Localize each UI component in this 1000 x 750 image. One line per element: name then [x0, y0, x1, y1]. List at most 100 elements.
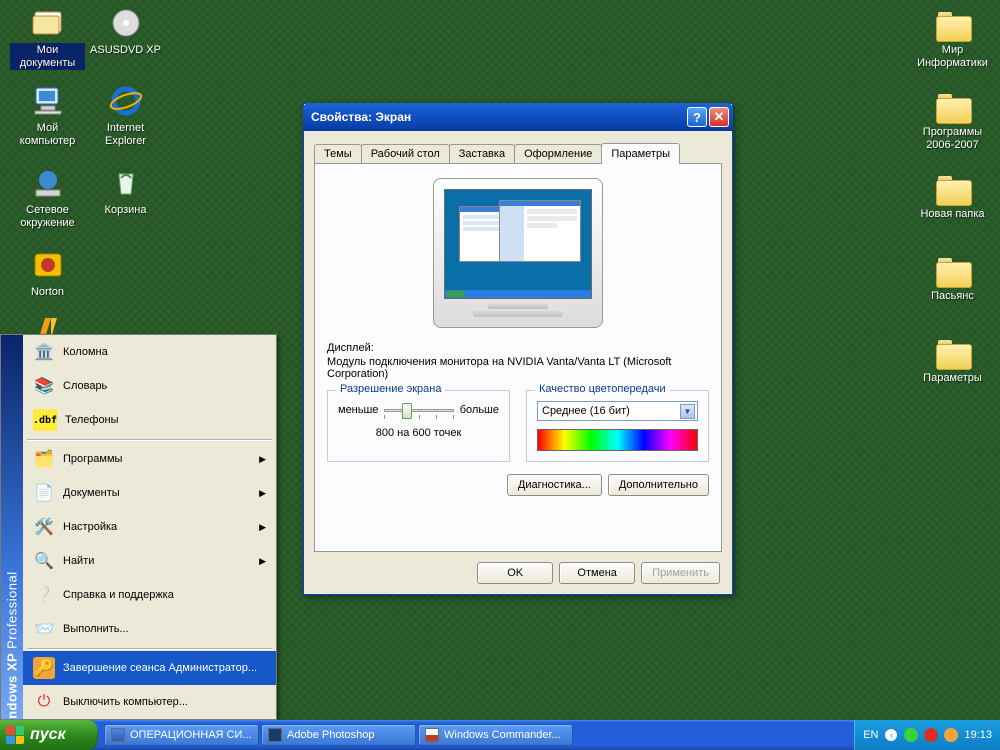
taskbar-item-photoshop[interactable]: Adobe Photoshop [261, 724, 416, 746]
book-icon: 📚 [33, 375, 55, 397]
sm-item-settings[interactable]: 🛠️ Настройка ▶ [23, 510, 276, 544]
column-icon: 🏛️ [33, 341, 55, 363]
folder-icon [936, 12, 970, 40]
norton-icon [31, 248, 65, 282]
ok-button[interactable]: OK [477, 562, 553, 584]
desktop-icon-my-computer[interactable]: Мой компьютер [10, 84, 85, 148]
cancel-button[interactable]: Отмена [559, 562, 635, 584]
language-indicator[interactable]: EN [863, 729, 878, 741]
photoshop-icon [268, 728, 282, 742]
tab-themes[interactable]: Темы [314, 144, 362, 163]
sm-label: Найти [63, 555, 94, 567]
dbf-icon: .dbf [33, 409, 57, 431]
dialog-titlebar[interactable]: Свойства: Экран ? ✕ [303, 103, 733, 131]
start-menu-band: Windows XP Professional [1, 335, 23, 719]
icon-label: Norton [29, 285, 66, 300]
icon-label: Новая папка [918, 207, 986, 222]
icon-label: Мой компьютер [10, 121, 85, 148]
desktop-icon-recycle[interactable]: Корзина [88, 166, 163, 218]
tray-icon[interactable] [904, 728, 918, 742]
chevron-right-icon: ▶ [259, 522, 266, 533]
logoff-icon: 🔑 [33, 657, 55, 679]
color-quality-combo[interactable]: Среднее (16 бит) ▼ [537, 401, 698, 421]
desktop-icon-folder-world-it[interactable]: Мир Информатики [915, 12, 990, 70]
help-icon: ❔ [33, 584, 55, 606]
chevron-right-icon: ▶ [259, 488, 266, 499]
monitor-screen-icon [444, 189, 592, 299]
color-legend: Качество цветопередачи [535, 383, 670, 395]
desktop-icon-folder-solitaire[interactable]: Пасьянс [915, 258, 990, 304]
desktop-icon-norton[interactable]: Norton [10, 248, 85, 300]
task-label: Adobe Photoshop [287, 729, 374, 741]
tray-icon[interactable] [924, 728, 938, 742]
tab-desktop[interactable]: Рабочий стол [361, 144, 450, 163]
troubleshoot-button[interactable]: Диагностика... [507, 474, 602, 496]
tray-icon[interactable] [944, 728, 958, 742]
sm-label: Завершение сеанса Администратор... [63, 662, 257, 674]
tab-panel-settings: Дисплей: Модуль подключения монитора на … [314, 163, 722, 552]
desktop-icon-asusdvd[interactable]: ASUSDVD XP [88, 6, 163, 58]
desktop-icon-network[interactable]: Сетевое окружение [10, 166, 85, 230]
close-button[interactable]: ✕ [709, 107, 729, 127]
tabstrip: Темы Рабочий стол Заставка Оформление Па… [314, 139, 722, 163]
sm-item-documents[interactable]: 📄 Документы ▶ [23, 476, 276, 510]
display-properties-dialog: Свойства: Экран ? ✕ Темы Рабочий стол За… [303, 103, 733, 595]
tab-screensaver[interactable]: Заставка [449, 144, 515, 163]
system-tray: EN ‹ 19:13 [854, 720, 1000, 750]
color-spectrum-icon [537, 429, 698, 451]
shutdown-icon: ⏻ [33, 691, 55, 713]
res-less-label: меньше [338, 404, 378, 416]
run-icon: 📨 [33, 618, 55, 640]
my-documents-icon [31, 6, 65, 40]
sm-item-shutdown[interactable]: ⏻Выключить компьютер... [23, 685, 276, 719]
tab-settings[interactable]: Параметры [601, 143, 680, 164]
sm-item-kolomna[interactable]: 🏛️ Коломна [23, 335, 276, 369]
tray-chevron-icon[interactable]: ‹ [884, 728, 898, 742]
documents-icon: 📄 [33, 482, 55, 504]
desktop-icon-folder-new[interactable]: Новая папка [915, 176, 990, 222]
word-icon [111, 728, 125, 742]
sm-item-programs[interactable]: 🗂️ Программы ▶ [23, 442, 276, 476]
color-value: Среднее (16 бит) [542, 405, 630, 417]
display-text: Модуль подключения монитора на NVIDIA Va… [327, 356, 709, 380]
sm-label: Коломна [63, 346, 108, 358]
sm-item-help[interactable]: ❔Справка и поддержка [23, 578, 276, 612]
monitor-preview [327, 178, 709, 328]
sm-label: Документы [63, 487, 120, 499]
clock[interactable]: 19:13 [964, 729, 992, 741]
icon-label: ASUSDVD XP [88, 43, 163, 58]
resolution-legend: Разрешение экрана [336, 383, 445, 395]
icon-label: Internet Explorer [88, 121, 163, 148]
programs-icon: 🗂️ [33, 448, 55, 470]
resolution-value: 800 на 600 точек [338, 427, 499, 439]
sm-item-run[interactable]: 📨Выполнить... [23, 612, 276, 646]
resolution-slider[interactable] [384, 401, 453, 419]
icon-label: Программы 2006-2007 [915, 125, 990, 152]
separator [27, 439, 272, 440]
help-button[interactable]: ? [687, 107, 707, 127]
sm-item-phones[interactable]: .dbf Телефоны [23, 403, 276, 437]
sm-label: Настройка [63, 521, 117, 533]
res-more-label: больше [460, 404, 499, 416]
desktop-icon-ie[interactable]: Internet Explorer [88, 84, 163, 148]
sm-label: Программы [63, 453, 122, 465]
chevron-right-icon: ▶ [259, 454, 266, 465]
sm-item-dictionary[interactable]: 📚Словарь [23, 369, 276, 403]
desktop-icon-my-documents[interactable]: Мои документы [10, 6, 85, 70]
settings-icon: 🛠️ [33, 516, 55, 538]
tab-appearance[interactable]: Оформление [514, 144, 602, 163]
taskbar-item-word[interactable]: ОПЕРАЦИОННАЯ СИ... [104, 724, 259, 746]
sm-label: Телефоны [65, 414, 119, 426]
desktop-icon-folder-programs[interactable]: Программы 2006-2007 [915, 94, 990, 152]
sm-item-logoff[interactable]: 🔑 Завершение сеанса Администратор... [23, 651, 276, 685]
folder-icon [936, 340, 970, 368]
start-button[interactable]: пуск [0, 720, 98, 750]
task-label: Windows Commander... [444, 729, 561, 741]
wincmd-icon [425, 728, 439, 742]
advanced-button[interactable]: Дополнительно [608, 474, 709, 496]
apply-button[interactable]: Применить [641, 562, 720, 584]
sm-item-find[interactable]: 🔍Найти▶ [23, 544, 276, 578]
taskbar-item-wincmd[interactable]: Windows Commander... [418, 724, 573, 746]
band-light: Professional [5, 571, 20, 649]
desktop-icon-folder-params[interactable]: Параметры [915, 340, 990, 386]
